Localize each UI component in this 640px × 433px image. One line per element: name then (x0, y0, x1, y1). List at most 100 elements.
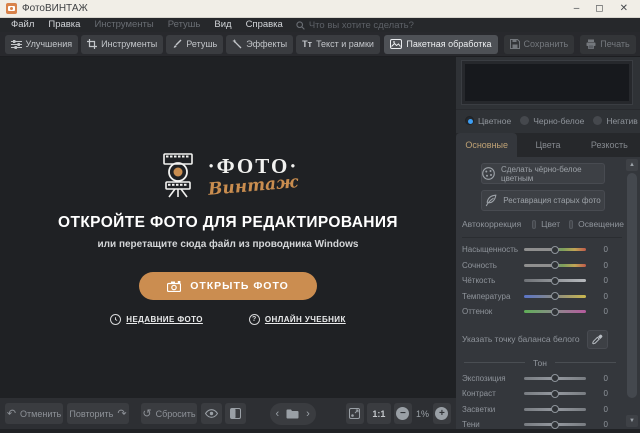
camera-icon (167, 281, 181, 292)
welcome-subtitle: или перетащите сюда файл из проводника W… (98, 239, 359, 250)
menu-help[interactable]: Справка (239, 18, 290, 32)
print-button: Печать (580, 35, 635, 54)
fit-to-screen-button[interactable] (346, 403, 364, 424)
tab-enhancements[interactable]: Улучшения (5, 35, 79, 54)
app-logo: ·ФОТО· Винтаж (158, 152, 299, 198)
previous-photo-button[interactable]: ‹ (276, 408, 280, 420)
redo-button[interactable]: Повторить ↷ (67, 403, 129, 424)
main-toolbar: Улучшения Инструменты Ретушь Эффекты Tт … (0, 32, 640, 57)
menu-retouch: Ретушь (161, 18, 208, 32)
clarity-slider[interactable] (524, 279, 586, 282)
menu-edit[interactable]: Правка (41, 18, 87, 32)
tint-slider[interactable] (524, 310, 586, 313)
before-after-button[interactable] (225, 403, 246, 424)
menu-file[interactable]: Файл (4, 18, 41, 32)
reset-button[interactable]: ↺ Сбросить (141, 403, 197, 424)
panel-tabs: Основные Цвета Резкость (456, 133, 640, 157)
tab-sharpness[interactable]: Резкость (579, 133, 640, 157)
slider-knob[interactable] (551, 374, 559, 382)
zoom-out-button[interactable]: − (394, 403, 412, 424)
slider-knob[interactable] (551, 390, 559, 398)
tone-section-header: Тон (464, 358, 616, 368)
slider-knob[interactable] (551, 277, 559, 285)
slider-knob[interactable] (551, 308, 559, 316)
window-title: ФотоВИНТАЖ (22, 3, 88, 14)
photo-preview (465, 64, 629, 101)
undo-button[interactable]: ↶ Отменить (5, 403, 63, 424)
maximize-button[interactable]: ◻ (595, 0, 603, 18)
mode-color[interactable]: Цветное (465, 116, 511, 126)
right-panel: Цветное Черно-белое Негатив Основные Цве… (456, 57, 640, 429)
minimize-button[interactable]: – (574, 0, 580, 18)
highlights-slider[interactable] (524, 408, 586, 411)
white-balance-eyedropper-button[interactable] (587, 330, 608, 349)
tab-colors[interactable]: Цвета (517, 133, 578, 157)
reset-icon: ↺ (142, 409, 151, 419)
radio-selected-icon (465, 116, 474, 125)
shadows-slider[interactable] (524, 423, 586, 426)
app-icon (6, 3, 17, 14)
folder-icon[interactable] (286, 409, 299, 419)
panel-content: Сделать чёрно-белое цветным Реставрация … (456, 157, 640, 429)
brush-icon (172, 39, 182, 49)
exposure-slider[interactable] (524, 377, 586, 380)
tab-effects[interactable]: Эффекты (226, 35, 293, 54)
photo-stack-icon (390, 39, 402, 49)
save-button: Сохранить (504, 35, 575, 54)
scroll-down-icon[interactable]: ▼ (626, 415, 638, 427)
panel-scrollbar[interactable]: ▲ ▼ (626, 159, 638, 427)
slider-knob[interactable] (551, 261, 559, 269)
radio-icon (593, 116, 602, 125)
restore-old-photo-button[interactable]: Реставрация старых фото (481, 190, 605, 211)
saturation-slider[interactable] (524, 248, 586, 251)
mode-negative[interactable]: Негатив (593, 116, 637, 126)
slider-knob[interactable] (551, 246, 559, 254)
mode-black-white[interactable]: Черно-белое (520, 116, 584, 126)
recent-photos-link[interactable]: НЕДАВНИЕ ФОТО (110, 314, 203, 325)
next-photo-button[interactable]: › (306, 408, 310, 420)
scroll-up-icon[interactable]: ▲ (626, 159, 638, 171)
tab-tools[interactable]: Инструменты (81, 35, 163, 54)
clock-icon (110, 314, 121, 325)
autocorrect-light-checkbox[interactable] (569, 220, 573, 229)
divider (462, 237, 622, 238)
adjust-sliders-icon (11, 40, 22, 49)
zoom-in-icon: + (435, 407, 448, 420)
title-bar: ФотоВИНТАЖ – ◻ ✕ (0, 0, 640, 18)
radio-icon (520, 116, 529, 125)
autocorrect-label: Автокоррекция (462, 219, 521, 229)
zoom-in-button[interactable]: + (433, 403, 451, 424)
slider-knob[interactable] (551, 292, 559, 300)
text-icon: Tт (302, 39, 312, 49)
temperature-slider[interactable] (524, 295, 586, 298)
vintage-camera-logo-icon (158, 152, 198, 198)
menu-tools: Инструменты (87, 18, 160, 32)
tab-retouch[interactable]: Ретушь (166, 35, 223, 54)
online-tutorial-link[interactable]: ? ОНЛАЙН УЧЕБНИК (249, 314, 346, 325)
tab-text-frames[interactable]: Tт Текст и рамки (296, 35, 380, 54)
scrollbar-thumb[interactable] (627, 173, 637, 398)
fit-screen-icon (349, 408, 360, 419)
vibrance-slider[interactable] (524, 264, 586, 267)
slider-knob[interactable] (551, 405, 559, 413)
quill-icon (485, 194, 497, 207)
tab-basic[interactable]: Основные (456, 133, 517, 157)
batch-processing-button[interactable]: Пакетная обработка (384, 35, 497, 54)
undo-icon: ↶ (7, 409, 16, 419)
welcome-title: ОТКРОЙТЕ ФОТО ДЛЯ РЕДАКТИРОВАНИЯ (58, 214, 398, 232)
redo-icon: ↷ (117, 409, 126, 419)
photo-preview-frame (461, 60, 633, 105)
show-original-button[interactable] (201, 403, 222, 424)
menu-view[interactable]: Вид (207, 18, 238, 32)
slider-knob[interactable] (551, 421, 559, 429)
colorize-button[interactable]: Сделать чёрно-белое цветным (481, 163, 605, 184)
contrast-slider[interactable] (524, 392, 586, 395)
eye-icon (205, 409, 218, 418)
open-photo-button[interactable]: ОТКРЫТЬ ФОТО (139, 272, 317, 300)
white-balance-label: Указать точку баланса белого (462, 334, 580, 344)
search-input[interactable] (309, 20, 459, 31)
autocorrect-color-checkbox[interactable] (532, 220, 536, 229)
actual-size-button[interactable]: 1:1 (367, 403, 391, 424)
close-button[interactable]: ✕ (620, 0, 628, 18)
compare-split-icon (230, 408, 241, 419)
